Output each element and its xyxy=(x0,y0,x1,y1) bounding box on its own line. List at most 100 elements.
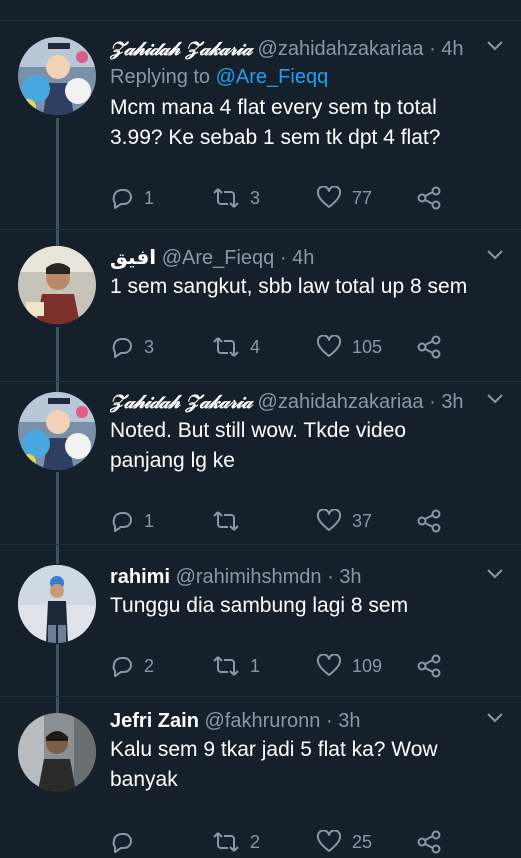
display-name[interactable]: افيق xyxy=(110,247,156,269)
tweet-actions: 1 37 xyxy=(110,506,450,536)
reply-icon xyxy=(110,830,144,854)
reply-button[interactable]: 3 xyxy=(110,332,154,362)
tweet-header: Jefri Zain @fakhruronn · 3h xyxy=(110,709,481,733)
separator-dot: · xyxy=(429,391,436,413)
share-icon xyxy=(416,830,452,854)
user-handle[interactable]: @zahidahzakariaa xyxy=(258,38,424,60)
tweet-text: Noted. But still wow. Tkde video panjang… xyxy=(110,416,501,476)
display-name[interactable]: 𝒵𝒶𝒽𝒾𝒹𝒶𝒽 𝒵𝒶𝓀𝒶𝓇𝒾𝒶 xyxy=(110,391,252,413)
separator-dot: · xyxy=(327,566,334,588)
chevron-down-icon[interactable] xyxy=(487,394,503,404)
retweet-icon xyxy=(212,187,250,209)
retweet-icon xyxy=(212,336,250,358)
user-handle[interactable]: @fakhruronn xyxy=(204,710,320,732)
chevron-down-icon[interactable] xyxy=(487,250,503,260)
reply-count: 2 xyxy=(144,655,155,676)
retweet-button[interactable]: 4 xyxy=(212,332,260,362)
tweet-actions: 2 25 xyxy=(110,827,450,857)
tweet[interactable]: Jefri Zain @fakhruronn · 3h Kalu sem 9 t… xyxy=(0,697,521,858)
like-count: 109 xyxy=(352,655,383,676)
tweet[interactable]: 𝒵𝒶𝒽𝒾𝒹𝒶𝒽 𝒵𝒶𝓀𝒶𝓇𝒾𝒶 @zahidahzakariaa · 3h No… xyxy=(0,382,521,545)
retweet-icon xyxy=(212,831,250,853)
share-button[interactable] xyxy=(416,827,452,857)
tweet-header: 𝒵𝒶𝒽𝒾𝒹𝒶𝒽 𝒵𝒶𝓀𝒶𝓇𝒾𝒶 @zahidahzakariaa · 3h xyxy=(110,390,481,414)
mention-link[interactable]: @Are_Fieqq xyxy=(216,66,329,88)
retweet-button[interactable] xyxy=(212,506,250,536)
avatar[interactable] xyxy=(18,246,96,324)
user-handle[interactable]: @Are_Fieqq xyxy=(162,247,275,269)
share-icon xyxy=(416,509,452,533)
avatar[interactable] xyxy=(18,713,96,791)
replying-to-label: Replying to xyxy=(110,66,211,88)
tweet[interactable]: 𝒵𝒶𝒽𝒾𝒹𝒶𝒽 𝒵𝒶𝓀𝒶𝓇𝒾𝒶 @zahidahzakariaa · 4h Re… xyxy=(0,21,521,230)
like-button[interactable]: 37 xyxy=(316,506,372,536)
reply-count: 1 xyxy=(144,187,155,208)
tweet-text-line: Mcm mana 4 flat every sem tp total xyxy=(110,96,437,119)
separator-dot: · xyxy=(279,247,287,269)
tweet[interactable]: rahimi @rahimihshmdn · 3h Tunggu dia sam… xyxy=(0,545,521,697)
like-count: 37 xyxy=(352,510,373,531)
chevron-down-icon[interactable] xyxy=(487,713,503,723)
user-handle[interactable]: @rahimihshmdn xyxy=(176,566,322,588)
tweet-actions: 2 1 109 xyxy=(110,651,450,681)
timestamp[interactable]: 3h xyxy=(339,566,361,588)
tweet-text-line: 3.99? Ke sebab 1 sem tk dpt 4 flat? xyxy=(110,126,441,149)
like-button[interactable]: 77 xyxy=(316,183,372,213)
retweet-count: 1 xyxy=(250,655,261,676)
timestamp[interactable]: 4h xyxy=(441,38,463,60)
like-button[interactable]: 105 xyxy=(316,332,382,362)
timestamp[interactable]: 3h xyxy=(338,710,360,732)
reply-button[interactable]: 2 xyxy=(110,651,154,681)
retweet-button[interactable]: 1 xyxy=(212,651,260,681)
share-button[interactable] xyxy=(416,183,452,213)
tweet-text: Mcm mana 4 flat every sem tp total 3.99?… xyxy=(110,93,501,153)
tweet-text: Tunggu dia sambung lagi 8 sem xyxy=(110,591,501,621)
tweet[interactable]: افيق @Are_Fieqq · 4h 1 sem sangkut, sbb … xyxy=(0,230,521,382)
reply-button[interactable] xyxy=(110,827,144,857)
tweet-header: rahimi @rahimihshmdn · 3h xyxy=(110,565,481,589)
reply-button[interactable]: 1 xyxy=(110,183,154,213)
reply-icon xyxy=(110,654,144,678)
retweet-icon xyxy=(212,655,250,677)
tweet-header: 𝒵𝒶𝒽𝒾𝒹𝒶𝒽 𝒵𝒶𝓀𝒶𝓇𝒾𝒶 @zahidahzakariaa · 4h xyxy=(110,37,481,61)
like-count: 77 xyxy=(352,187,373,208)
reply-icon xyxy=(110,335,144,359)
replying-to: Replying to @Are_Fieqq xyxy=(110,65,328,89)
separator-dot: · xyxy=(325,710,333,732)
retweet-button[interactable]: 3 xyxy=(212,183,260,213)
heart-icon xyxy=(316,186,352,210)
retweet-button[interactable]: 2 xyxy=(212,827,260,857)
user-handle[interactable]: @zahidahzakariaa xyxy=(258,391,424,413)
display-name[interactable]: 𝒵𝒶𝒽𝒾𝒹𝒶𝒽 𝒵𝒶𝓀𝒶𝓇𝒾𝒶 xyxy=(110,38,252,60)
retweet-count: 4 xyxy=(250,336,261,357)
tweet-text-line: banyak xyxy=(110,768,178,791)
reply-icon xyxy=(110,509,144,533)
heart-icon xyxy=(316,654,352,678)
timestamp[interactable]: 3h xyxy=(441,391,463,413)
tweet-text-line: Noted. But still wow. Tkde video xyxy=(110,419,407,442)
retweet-count: 2 xyxy=(250,831,261,852)
display-name[interactable]: Jefri Zain xyxy=(110,710,199,732)
display-name[interactable]: rahimi xyxy=(110,566,170,588)
like-button[interactable]: 109 xyxy=(316,651,382,681)
share-button[interactable] xyxy=(416,651,452,681)
like-count: 105 xyxy=(352,336,383,357)
share-button[interactable] xyxy=(416,506,452,536)
share-icon xyxy=(416,335,452,359)
heart-icon xyxy=(316,335,352,359)
chevron-down-icon[interactable] xyxy=(487,569,503,579)
separator-dot: · xyxy=(429,38,436,60)
tweet-header: افيق @Are_Fieqq · 4h xyxy=(110,246,481,270)
avatar[interactable] xyxy=(18,392,96,470)
avatar[interactable] xyxy=(18,565,96,643)
timestamp[interactable]: 4h xyxy=(292,247,314,269)
share-icon xyxy=(416,186,452,210)
share-button[interactable] xyxy=(416,332,452,362)
chevron-down-icon[interactable] xyxy=(487,41,503,51)
tweet-actions: 3 4 105 xyxy=(110,332,450,362)
tweet-actions: 1 3 77 xyxy=(110,183,450,213)
reply-button[interactable]: 1 xyxy=(110,506,154,536)
avatar[interactable] xyxy=(18,37,96,115)
like-button[interactable]: 25 xyxy=(316,827,372,857)
reply-icon xyxy=(110,186,144,210)
